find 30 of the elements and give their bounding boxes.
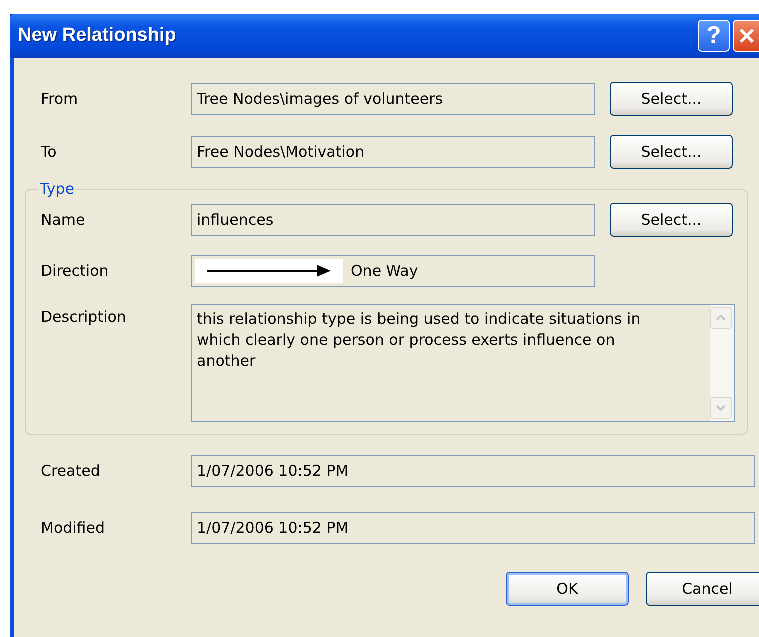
chevron-down-icon	[716, 405, 726, 411]
arrow-icon	[207, 265, 331, 277]
field-label: Name	[41, 211, 86, 229]
cancel-button[interactable]: Cancel	[646, 572, 759, 606]
select-button[interactable]: Select...	[610, 82, 733, 116]
text-field[interactable]: 1/07/2006 10:52 PM	[191, 512, 755, 544]
close-icon	[738, 28, 754, 44]
field-label: Modified	[41, 519, 106, 537]
description-area[interactable]: this relationship type is being used to indicate situations in which clearly one person or process exerts influence on another	[191, 304, 735, 422]
field-label: Description	[41, 308, 128, 326]
ok-button[interactable]: OK	[506, 572, 629, 606]
scroll-up-button[interactable]	[710, 307, 732, 329]
text-field[interactable]: Free Nodes\Motivation	[191, 136, 595, 168]
field-label: Created	[41, 462, 102, 480]
group-legend: Type	[38, 180, 76, 198]
select-button[interactable]: Select...	[610, 203, 733, 237]
scroll-down-button[interactable]	[710, 397, 732, 419]
direction-value: One Way	[351, 262, 418, 280]
field-label: Direction	[41, 262, 110, 280]
text-field[interactable]: 1/07/2006 10:52 PM	[191, 455, 755, 487]
field-label: From	[41, 90, 80, 108]
chevron-up-icon	[716, 315, 726, 321]
close-button[interactable]	[733, 20, 759, 52]
select-button[interactable]: Select...	[610, 135, 733, 169]
field-label: To	[41, 143, 58, 161]
text-field[interactable]: Tree Nodes\images of volunteers	[191, 83, 595, 115]
direction-field[interactable]: One Way	[191, 255, 595, 287]
window-title: New Relationship	[18, 25, 178, 47]
description-text: this relationship type is being used to indicate situations in which clearly one person or process exerts influence on another	[196, 309, 642, 372]
text-field[interactable]: influences	[191, 204, 595, 236]
